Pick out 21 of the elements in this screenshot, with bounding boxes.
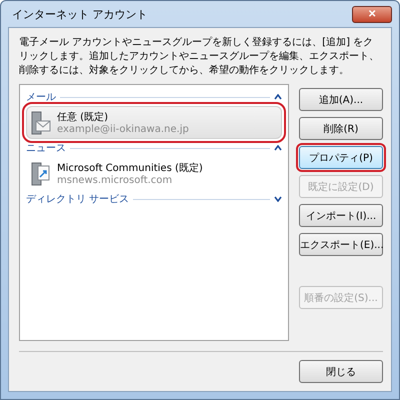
action-button[interactable]: インポート(I)... <box>299 204 383 227</box>
instruction-text: 電子メール アカウントやニュースグループを新しく登録するには、[追加] をクリックします。追加したアカウントやニュースグループを編集、エクスポート、削除するには、対象をクリックしてから、希望の動作をクリックします。 <box>19 36 380 78</box>
news-server-icon <box>31 162 51 186</box>
collapse-icon[interactable] <box>274 145 282 151</box>
action-button[interactable]: プロパティ(P) <box>299 146 383 169</box>
action-button[interactable]: エクスポート(E)... <box>299 233 383 256</box>
expand-icon[interactable] <box>274 196 282 202</box>
window-title: インターネット アカウント <box>11 6 148 22</box>
collapse-icon[interactable] <box>274 94 282 100</box>
mail-server-icon <box>31 110 51 134</box>
action-button[interactable]: 追加(A)... <box>299 88 383 111</box>
account-address: msnews.microsoft.com <box>57 175 174 186</box>
account-address: example@ii-okinawa.ne.jp <box>57 124 189 135</box>
account-item[interactable]: Microsoft Communities (既定) msnews.microsoft.com <box>26 157 282 190</box>
action-button[interactable]: 削除(R) <box>299 117 383 140</box>
account-name: Microsoft Communities (既定) <box>57 162 203 175</box>
close-dialog-button[interactable]: 閉じる <box>299 360 383 383</box>
group-header: ニュース <box>26 142 66 155</box>
account-name: 任意 (既定) <box>57 110 109 124</box>
group-header: ディレクトリ サービス <box>26 193 130 206</box>
group-header: メール <box>26 91 56 104</box>
